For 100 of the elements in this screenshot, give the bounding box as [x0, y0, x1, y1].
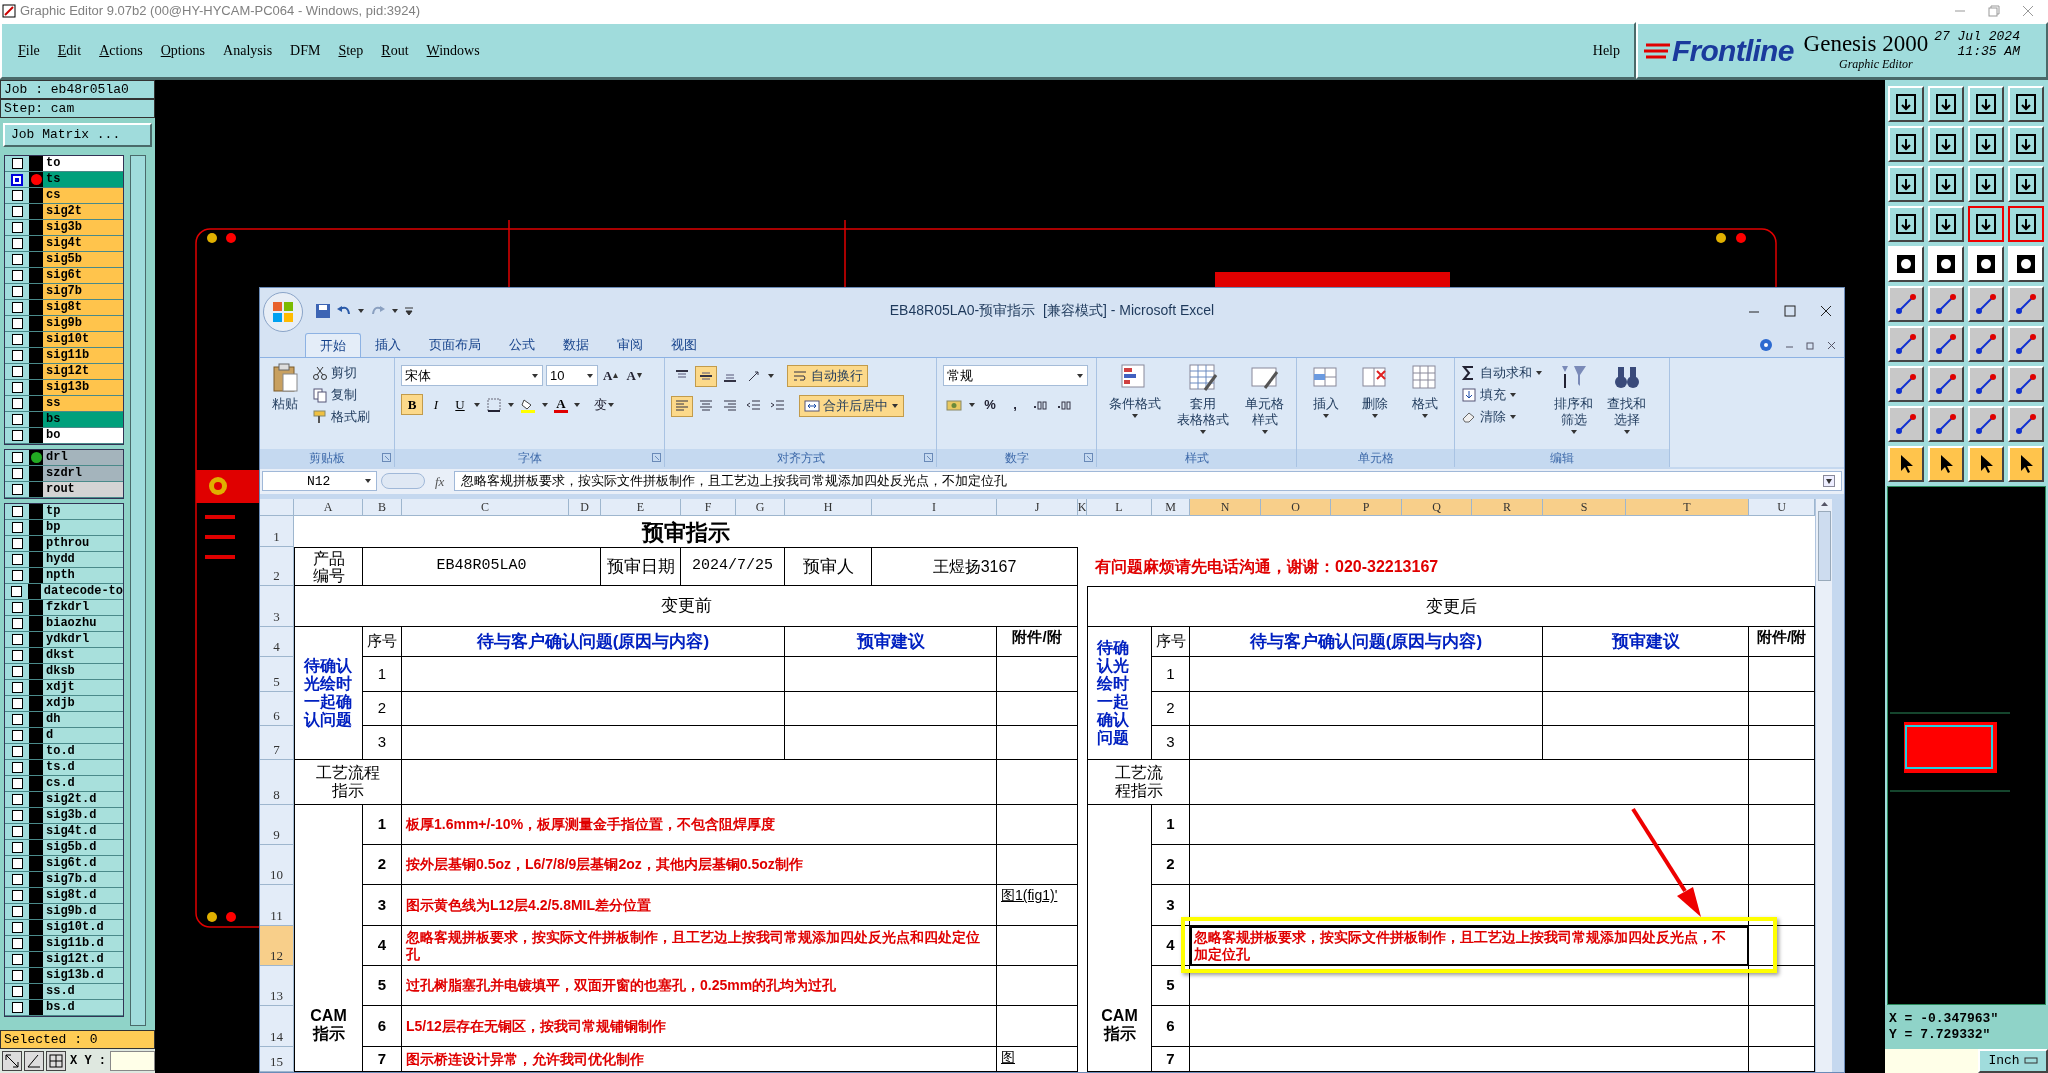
layer-name[interactable]: sig11b — [43, 348, 123, 363]
layer-name[interactable]: sig8t.d — [43, 888, 123, 903]
layer-checkbox[interactable] — [11, 746, 23, 757]
layer-checkbox[interactable] — [11, 452, 23, 463]
copy-button[interactable]: 复制 — [312, 384, 370, 405]
column-header[interactable]: M — [1152, 499, 1190, 516]
column-header[interactable]: L — [1087, 499, 1152, 516]
layer-checkbox[interactable] — [11, 682, 23, 693]
menu-item[interactable]: Analysis — [223, 40, 273, 61]
font-size-field[interactable]: 10 — [546, 365, 598, 386]
layer-name[interactable]: biaozhu — [43, 616, 123, 631]
ribbon-tab[interactable]: 视图 — [657, 333, 711, 357]
column-header[interactable]: R — [1472, 499, 1543, 516]
layer-name[interactable]: to — [43, 156, 123, 171]
layer-name[interactable]: tp — [43, 504, 123, 519]
layer-name[interactable]: bo — [43, 428, 123, 443]
angle-icon[interactable] — [24, 1051, 44, 1071]
row-header[interactable]: 2 — [260, 547, 294, 586]
layer-checkbox[interactable] — [11, 286, 23, 297]
shrink-font-button[interactable]: A — [624, 365, 645, 386]
menu-item[interactable]: Edit — [57, 40, 82, 61]
layer-checkbox[interactable] — [11, 430, 23, 441]
layer-name[interactable]: sig10t — [43, 332, 123, 347]
layer-checkbox[interactable] — [11, 762, 23, 773]
editing-button[interactable]: 排序和 筛选 — [1551, 362, 1596, 449]
layer-checkbox[interactable] — [11, 922, 23, 933]
layer-name[interactable]: sig2t — [43, 204, 123, 219]
menu-item[interactable]: Windows — [426, 40, 480, 61]
layer-checkbox[interactable] — [11, 222, 23, 233]
layer-name[interactable]: fzkdrl — [43, 600, 123, 615]
layer-name[interactable]: sig6t.d — [43, 856, 123, 871]
close-icon[interactable] — [1820, 304, 1832, 317]
ribbon-tab[interactable]: 页面布局 — [415, 333, 495, 357]
column-header[interactable]: D — [569, 499, 601, 516]
menu-item[interactable]: Options — [160, 40, 206, 61]
layer-name[interactable]: sig13b.d — [43, 968, 123, 983]
column-header[interactable]: C — [402, 499, 569, 516]
row-header[interactable]: 7 — [260, 726, 294, 760]
cells-button[interactable]: 插入 — [1306, 362, 1345, 449]
number-format-field[interactable]: 常规 — [943, 365, 1088, 386]
attachment-link[interactable]: 图1(fig1)' — [997, 885, 1078, 926]
cells-button[interactable]: 删除 — [1356, 362, 1395, 449]
layer-name[interactable]: cs.d — [43, 776, 123, 791]
horizontal-align-button[interactable] — [671, 395, 693, 417]
text-angle-icon[interactable] — [746, 368, 762, 384]
layer-name[interactable]: npth — [43, 568, 123, 583]
layer-checkbox[interactable] — [11, 522, 23, 533]
attachment-link[interactable]: 图 — [997, 1047, 1078, 1072]
menu-item[interactable]: Rout — [381, 40, 409, 61]
layer-checkbox[interactable] — [11, 570, 23, 581]
phonetic-button[interactable]: 变 — [591, 394, 618, 415]
units-button[interactable]: Inch — [1978, 1049, 2048, 1073]
customize-icon[interactable] — [404, 304, 414, 317]
layer-name[interactable]: sig4t — [43, 236, 123, 251]
vertical-align-button[interactable] — [695, 365, 717, 387]
row-header[interactable]: 1 — [260, 516, 294, 547]
column-header[interactable]: N — [1190, 499, 1261, 516]
column-header[interactable]: A — [294, 499, 363, 516]
layer-checkbox[interactable] — [11, 414, 23, 425]
layer-checkbox[interactable] — [11, 1002, 23, 1013]
ribbon-tab[interactable]: 插入 — [361, 333, 415, 357]
editing-button[interactable]: 清除 — [1461, 406, 1543, 427]
column-header[interactable]: T — [1626, 499, 1749, 516]
column-header[interactable]: I — [872, 499, 997, 516]
layer-name[interactable]: drl — [43, 450, 123, 465]
layer-checkbox[interactable] — [11, 986, 23, 997]
menu-item[interactable]: File — [18, 40, 40, 61]
row-header[interactable]: 13 — [260, 966, 294, 1006]
layer-checkbox[interactable] — [11, 858, 23, 869]
close-icon[interactable] — [1827, 340, 1836, 350]
layer-name[interactable]: pthrou — [43, 536, 123, 551]
resize-arrow-icon[interactable] — [2, 1051, 22, 1071]
layer-name[interactable]: bp — [43, 520, 123, 535]
border-icon[interactable] — [486, 396, 502, 413]
row-header[interactable]: 5 — [260, 657, 294, 692]
row-header[interactable]: 9 — [260, 805, 294, 845]
layer-checkbox[interactable] — [11, 554, 23, 565]
layer-name[interactable]: sig5b.d — [43, 840, 123, 855]
layer-checkbox[interactable] — [11, 484, 23, 495]
layer-checkbox[interactable] — [11, 318, 23, 329]
layer-checkbox[interactable] — [11, 302, 23, 313]
style-button[interactable]: 条件格式 — [1106, 362, 1164, 449]
column-header[interactable]: S — [1543, 499, 1626, 516]
coordinate-field[interactable] — [110, 1051, 155, 1071]
column-header[interactable]: U — [1749, 499, 1815, 516]
layer-name[interactable]: bs — [43, 412, 123, 427]
layer-name[interactable]: sig12t.d — [43, 952, 123, 967]
layer-checkbox[interactable] — [11, 874, 23, 885]
row-header[interactable]: 3 — [260, 586, 294, 627]
layer-checkbox[interactable] — [11, 954, 23, 965]
layer-checkbox[interactable] — [11, 468, 23, 479]
layer-name[interactable]: dkst — [43, 648, 123, 663]
ribbon-tab[interactable]: 开始 — [305, 333, 361, 357]
layer-checkbox[interactable] — [11, 938, 23, 949]
layer-checkbox[interactable] — [11, 350, 23, 361]
layer-name[interactable]: sig7b.d — [43, 872, 123, 887]
menu-item[interactable]: DFM — [290, 40, 321, 61]
layer-checkbox[interactable] — [11, 366, 23, 377]
style-button[interactable]: 套用 表格格式 — [1174, 362, 1232, 449]
editing-button[interactable]: 自动求和 — [1461, 362, 1543, 383]
